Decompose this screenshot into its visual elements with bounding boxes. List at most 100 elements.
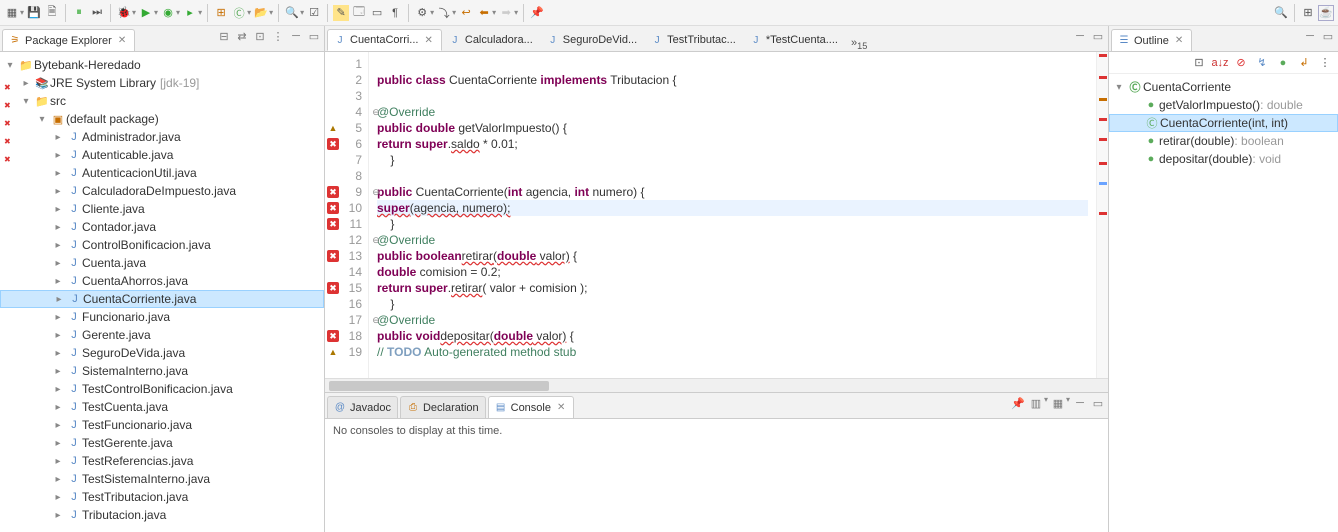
twisty-icon[interactable]: ▸ — [51, 294, 67, 305]
error-marker-icon[interactable]: ✖ — [327, 186, 339, 198]
twisty-icon[interactable]: ▸ — [50, 456, 66, 467]
back-icon[interactable]: ⬅ — [476, 5, 492, 21]
outline-tab[interactable]: ☰ Outline ✕ — [1111, 29, 1192, 51]
collapse-all-icon[interactable]: ⊟ — [216, 28, 232, 44]
horizontal-scrollbar[interactable] — [325, 378, 1108, 392]
overview-marker[interactable] — [1099, 138, 1107, 141]
package-explorer-tab[interactable]: ⚞ Package Explorer ✕ — [2, 29, 135, 51]
declaration-tab[interactable]: ⎙ Declaration — [400, 396, 486, 418]
tree-file[interactable]: ▸JTestReferencias.java — [0, 452, 324, 470]
close-icon[interactable]: ✕ — [1173, 35, 1185, 46]
minimize-icon[interactable]: ─ — [288, 28, 304, 44]
twisty-icon[interactable]: ▸ — [50, 384, 66, 395]
highlight-icon[interactable]: 🗔 — [351, 5, 367, 21]
run-last-icon[interactable]: ▸ — [182, 5, 198, 21]
pin-console-icon[interactable]: 📌 — [1010, 395, 1026, 411]
tree-file[interactable]: ▸JAutenticable.java — [0, 146, 324, 164]
dropdown-icon[interactable]: ▾ — [452, 8, 456, 17]
maximize-icon[interactable]: ▭ — [306, 28, 322, 44]
dropdown-icon[interactable]: ▾ — [269, 8, 273, 17]
tree-file[interactable]: ▸JAdministrador.java — [0, 128, 324, 146]
java-persp-icon[interactable]: ☕ — [1318, 5, 1334, 21]
more-tabs-button[interactable]: »15 — [845, 37, 873, 51]
sort-icon[interactable]: a↓z — [1211, 54, 1229, 72]
close-icon[interactable]: ✕ — [116, 35, 128, 46]
code-line[interactable]: public CuentaCorriente(int agencia, int … — [377, 184, 1088, 200]
block-icon[interactable]: ▭ — [369, 5, 385, 21]
open-type-icon[interactable]: 📂 — [253, 5, 269, 21]
save-all-icon[interactable]: 🗎 — [44, 5, 60, 21]
save-icon[interactable]: 💾 — [26, 5, 42, 21]
view-menu-icon[interactable]: ⋮ — [1316, 54, 1334, 72]
twisty-icon[interactable]: ▾ — [34, 114, 50, 125]
editor-tab[interactable]: JCuentaCorri...✕ — [327, 29, 442, 51]
tree-file[interactable]: ▸JCuenta.java — [0, 254, 324, 272]
twisty-icon[interactable]: ▸ — [50, 186, 66, 197]
skip-icon[interactable]: ⏭ — [89, 5, 105, 21]
code-line[interactable]: } — [377, 296, 1088, 312]
editor-tab[interactable]: JSeguroDeVid... — [540, 29, 644, 51]
twisty-icon[interactable]: ▸ — [50, 258, 66, 269]
code-line[interactable]: double comision = 0.2; — [377, 264, 1088, 280]
tree-file[interactable]: ▸JTributacion.java — [0, 506, 324, 524]
twisty-icon[interactable]: ▸ — [50, 330, 66, 341]
new-icon[interactable]: ▦ — [4, 5, 20, 21]
hide-fields-icon[interactable]: ⊘ — [1232, 54, 1250, 72]
focus-icon[interactable]: ⊡ — [252, 28, 268, 44]
fold-icon[interactable]: ⊖ — [370, 186, 382, 198]
error-marker-icon[interactable]: ✖ — [327, 202, 339, 214]
dropdown-icon[interactable]: ▾ — [1044, 395, 1048, 411]
code-line[interactable]: public class CuentaCorriente implements … — [377, 72, 1088, 88]
tree-project[interactable]: ▾ 📁 Bytebank-Heredado — [0, 56, 324, 74]
tree-file[interactable]: ▸JTestControlBonificacion.java — [0, 380, 324, 398]
new-console-icon[interactable]: ▦ — [1050, 395, 1066, 411]
prev-ann-icon[interactable]: ↩ — [458, 5, 474, 21]
dropdown-icon[interactable]: ▾ — [514, 8, 518, 17]
maximize-icon[interactable]: ▭ — [1090, 28, 1106, 44]
hide-local-icon[interactable]: ↲ — [1295, 54, 1313, 72]
tree-file[interactable]: ▸JSeguroDeVida.java — [0, 344, 324, 362]
error-marker-icon[interactable]: ✖ — [327, 330, 339, 342]
overview-marker[interactable] — [1099, 162, 1107, 165]
tree-file[interactable]: ▸JFuncionario.java — [0, 308, 324, 326]
twisty-icon[interactable]: ▾ — [18, 96, 34, 107]
twisty-icon[interactable]: ▸ — [50, 474, 66, 485]
twisty-icon[interactable]: ▸ — [50, 510, 66, 521]
twisty-icon[interactable]: ▸ — [50, 348, 66, 359]
code-line[interactable] — [377, 168, 1088, 184]
twisty-icon[interactable]: ▸ — [50, 222, 66, 233]
twisty-icon[interactable]: ▸ — [50, 438, 66, 449]
twisty-icon[interactable]: ▾ — [2, 60, 18, 71]
twisty-icon[interactable]: ▸ — [50, 420, 66, 431]
bookmark-icon[interactable]: ¶ — [387, 5, 403, 21]
toggle-mark-icon[interactable]: ✎ — [333, 5, 349, 21]
twisty-icon[interactable]: ▸ — [50, 276, 66, 287]
link-editor-icon[interactable]: ⇄ — [234, 28, 250, 44]
outline-member[interactable]: ●✖retirar(double) : boolean — [1109, 132, 1338, 150]
coverage-icon[interactable]: ◉ — [160, 5, 176, 21]
twisty-icon[interactable]: ▸ — [50, 132, 66, 143]
task-icon[interactable]: ☑ — [306, 5, 322, 21]
minimize-icon[interactable]: ─ — [1072, 28, 1088, 44]
code-line[interactable]: public boolean retirar(double valor) { — [377, 248, 1088, 264]
tree-file[interactable]: ▸JSistemaInterno.java — [0, 362, 324, 380]
code-line[interactable]: @Override — [377, 104, 1088, 120]
code-line[interactable] — [377, 56, 1088, 72]
new-pkg-icon[interactable]: ⊞ — [213, 5, 229, 21]
twisty-icon[interactable]: ▸ — [50, 402, 66, 413]
code-line[interactable] — [377, 88, 1088, 104]
twisty-icon[interactable]: ▸ — [50, 492, 66, 503]
code-line[interactable]: } — [377, 152, 1088, 168]
twisty-icon[interactable]: ▸ — [50, 366, 66, 377]
dropdown-icon[interactable]: ▾ — [176, 8, 180, 17]
error-marker-icon[interactable]: ✖ — [327, 138, 339, 150]
overview-marker[interactable] — [1099, 182, 1107, 185]
code-line[interactable]: public void depositar(double valor) { — [377, 328, 1088, 344]
close-icon[interactable]: ✕ — [555, 402, 567, 413]
twisty-icon[interactable]: ▸ — [50, 150, 66, 161]
focus-icon[interactable]: ⊡ — [1190, 54, 1208, 72]
editor-tab[interactable]: JTestTributac... — [644, 29, 743, 51]
view-menu-icon[interactable]: ⋮ — [270, 28, 286, 44]
dropdown-icon[interactable]: ▾ — [132, 8, 136, 17]
tree-file[interactable]: ▸JTestFuncionario.java — [0, 416, 324, 434]
